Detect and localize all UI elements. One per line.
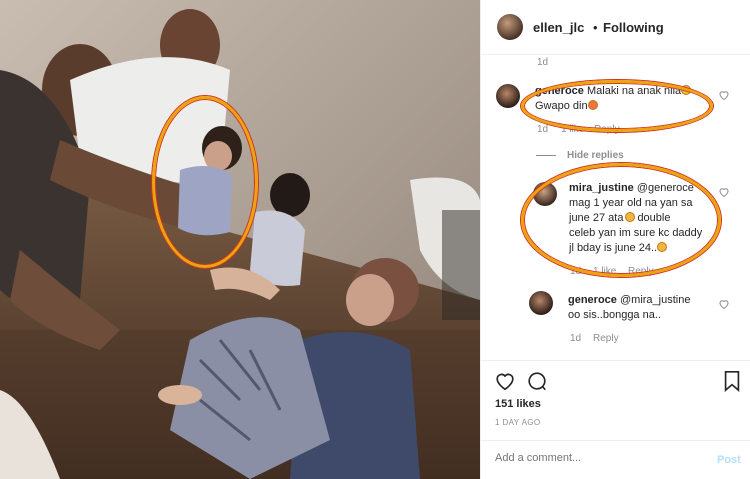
add-comment-input[interactable] <box>495 452 695 464</box>
following-status[interactable]: Following <box>603 20 664 35</box>
comment-panel: ellen_jlc • Following 1d generoce Malaki… <box>480 0 750 479</box>
reply-avatar[interactable] <box>529 291 553 315</box>
bookmark-icon[interactable] <box>722 370 742 392</box>
likes-count[interactable]: 151 likes <box>495 398 541 410</box>
reply-username[interactable]: generoce <box>568 294 617 306</box>
hide-replies-button[interactable]: Hide replies <box>567 150 624 161</box>
comment-icon[interactable] <box>526 370 548 392</box>
heart-icon[interactable] <box>494 370 516 392</box>
header-separator: • <box>593 20 598 35</box>
post-header: ellen_jlc • Following <box>481 0 750 55</box>
highlight-oval-reply <box>521 163 721 277</box>
comment-time: 1d <box>537 124 549 135</box>
reply-mention[interactable]: @mira_justine <box>620 294 690 306</box>
like-reply-heart-icon[interactable] <box>718 298 730 310</box>
reply-button[interactable]: Reply <box>593 333 619 344</box>
author-username[interactable]: ellen_jlc <box>533 20 584 35</box>
reply-generoce: generoce @mira_justine <box>568 293 718 308</box>
replies-divider <box>536 155 556 156</box>
reply-body: oo sis..bongga na.. <box>568 309 661 321</box>
highlight-oval-comment <box>521 80 713 132</box>
comment-time: 1d <box>537 57 549 68</box>
commenter-avatar[interactable] <box>496 84 520 108</box>
like-reply-heart-icon[interactable] <box>718 186 730 198</box>
highlight-oval-baby <box>152 96 258 268</box>
like-comment-heart-icon[interactable] <box>718 89 730 101</box>
post-date: 1 DAY AGO <box>495 418 541 427</box>
reply-time: 1d <box>570 333 582 344</box>
author-avatar[interactable] <box>497 14 523 40</box>
post-button[interactable]: Post <box>717 454 741 466</box>
